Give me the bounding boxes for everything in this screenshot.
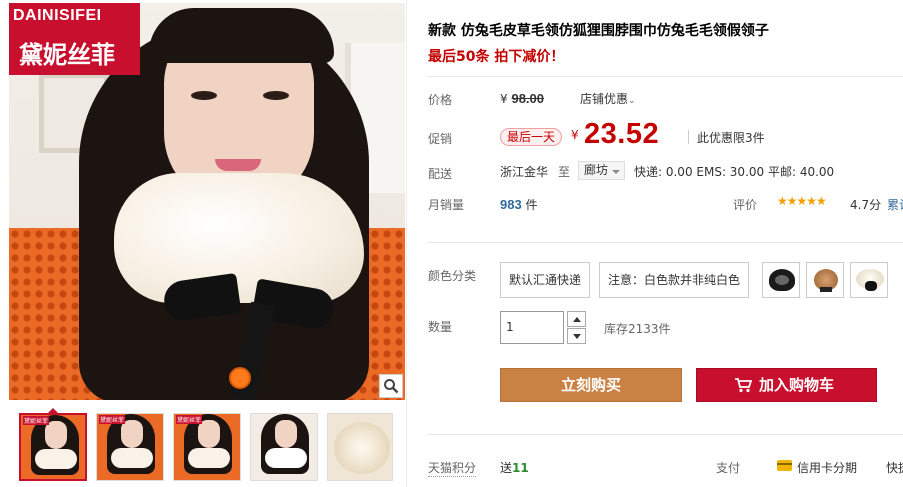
thumb-brand-label: 黛妮丝菲 — [176, 415, 203, 424]
thumb-fur — [35, 449, 77, 469]
tmall-points-label[interactable]: 天猫积分 — [428, 459, 477, 477]
thumb-face — [45, 421, 67, 449]
footer-divider — [428, 434, 903, 435]
original-price-currency: ¥ — [500, 92, 508, 106]
delivery-to: 至 — [558, 165, 571, 179]
option-brown-fur-swatch[interactable] — [806, 262, 844, 298]
quantity-increase-button[interactable] — [567, 311, 586, 327]
cart-icon — [735, 378, 752, 393]
zoom-button[interactable] — [379, 374, 403, 398]
thumbnail-1[interactable]: 黛妮丝菲 — [19, 413, 87, 481]
photo-right-eye — [263, 91, 289, 100]
thumb-brand-label: 黛妮丝菲 — [23, 416, 50, 425]
points-value: 11 — [512, 461, 529, 475]
main-product-photo[interactable]: DAINISIFEI 黛妮丝菲 — [9, 3, 405, 400]
price-label: 价格 — [428, 93, 453, 107]
thumb-fur-closeup — [334, 422, 390, 474]
shop-deal-dropdown[interactable]: 店铺优惠⌄ — [580, 90, 636, 107]
destination-value: 廊坊 — [584, 163, 609, 177]
thumbnail-5[interactable] — [327, 413, 393, 481]
shipping-fees: 快递: 0.00 EMS: 30.00 平邮: 40.00 — [634, 165, 835, 179]
thumb-face — [198, 420, 220, 448]
chevron-down-icon: ⌄ — [628, 96, 636, 106]
photo-sweater-button — [229, 367, 251, 389]
thumb-brand-label: 黛妮丝菲 — [99, 415, 126, 424]
title-divider — [428, 76, 903, 77]
panel-divider — [406, 0, 407, 487]
photo-fur-collar — [114, 173, 364, 303]
quantity-label: 数量 — [428, 320, 453, 334]
thumb-fur — [265, 448, 307, 468]
thumb-fur — [111, 448, 153, 468]
chevron-up-icon — [572, 316, 581, 322]
thumbnail-2[interactable]: 黛妮丝菲 — [96, 413, 164, 481]
photo-left-eye — [191, 91, 217, 100]
cumulative-reviews-link[interactable]: 累计 — [887, 196, 903, 213]
add-to-cart-button[interactable]: 加入购物车 — [696, 368, 877, 402]
thumbnail-4[interactable] — [250, 413, 318, 481]
promo-currency: ¥ — [571, 128, 579, 142]
payment-quick: 快捷 — [886, 461, 903, 475]
buy-now-button[interactable]: 立刻购买 — [500, 368, 682, 402]
rating-label: 评价 — [733, 198, 758, 212]
stock-count: 库存2133件 — [604, 322, 671, 336]
thumbnail-strip: 黛妮丝菲 黛妮丝菲 黛妮丝菲 — [9, 405, 405, 487]
promo-limit: 此优惠限3件 — [697, 131, 765, 145]
rating-stars-icon: ★★★★★ — [777, 194, 827, 208]
destination-select[interactable]: 廊坊 — [578, 161, 625, 180]
thumbnail-3[interactable]: 黛妮丝菲 — [173, 413, 241, 481]
payment-credit-installment: 信用卡分期 — [797, 461, 858, 475]
delivery-label: 配送 — [428, 167, 453, 181]
option-white-fur-swatch[interactable] — [850, 262, 888, 298]
tmall-points: 送11 — [500, 459, 529, 476]
delivery-origin: 浙江金华 — [500, 165, 549, 179]
thumb-fur — [188, 448, 230, 468]
promo-label: 促销 — [428, 132, 453, 146]
swatch-black-fur-detail — [775, 275, 789, 285]
product-subtitle: 最后50条 拍下减价！ — [428, 49, 565, 65]
brand-name-en: DAINISIFEI — [13, 7, 102, 24]
photo-bangs — [149, 8, 334, 63]
points-prefix: 送 — [500, 461, 513, 475]
photo-lips — [215, 159, 261, 171]
product-title: 新款 仿兔毛皮草毛领仿狐狸围脖围巾仿兔毛毛领假领子 — [428, 23, 769, 39]
add-to-cart-label: 加入购物车 — [759, 376, 835, 394]
monthly-sales-unit: 件 — [525, 198, 538, 212]
thumb-face — [121, 420, 143, 448]
brand-logo: DAINISIFEI 黛妮丝菲 — [9, 3, 140, 75]
info-divider — [428, 242, 903, 243]
chevron-down-icon — [572, 333, 581, 339]
payment-label: 支付 — [716, 461, 741, 475]
thumb-face — [275, 420, 297, 448]
credit-card-icon — [777, 460, 792, 471]
monthly-sales-label: 月销量 — [428, 198, 465, 212]
original-price-value: 98.00 — [511, 91, 545, 106]
dropdown-triangle-icon — [612, 170, 620, 174]
quantity-decrease-button[interactable] — [567, 328, 586, 344]
magnifier-icon — [384, 379, 399, 394]
monthly-sales-count: 983 — [500, 197, 522, 212]
swatch-white-fur-bow — [865, 281, 877, 291]
brand-name-cn: 黛妮丝菲 — [19, 41, 115, 69]
original-price: ¥ 98.00 — [500, 91, 544, 106]
limit-separator — [688, 130, 689, 144]
option-default-express[interactable]: 默认汇通快递 — [500, 262, 591, 298]
swatch-brown-fur-bow — [820, 287, 832, 292]
color-options-label: 颜色分类 — [428, 269, 477, 283]
option-black-fur-swatch[interactable] — [762, 262, 800, 298]
monthly-sales: 983 件 — [500, 196, 538, 213]
option-white-note[interactable]: 注意：白色款并非纯白色 — [599, 262, 750, 298]
promo-price: 23.52 — [584, 118, 660, 150]
quantity-input[interactable]: 1 — [500, 311, 564, 344]
rating-score: 4.7分 — [850, 198, 882, 212]
shop-deal-label: 店铺优惠 — [580, 92, 629, 106]
promo-badge: 最后一天 — [500, 128, 563, 146]
